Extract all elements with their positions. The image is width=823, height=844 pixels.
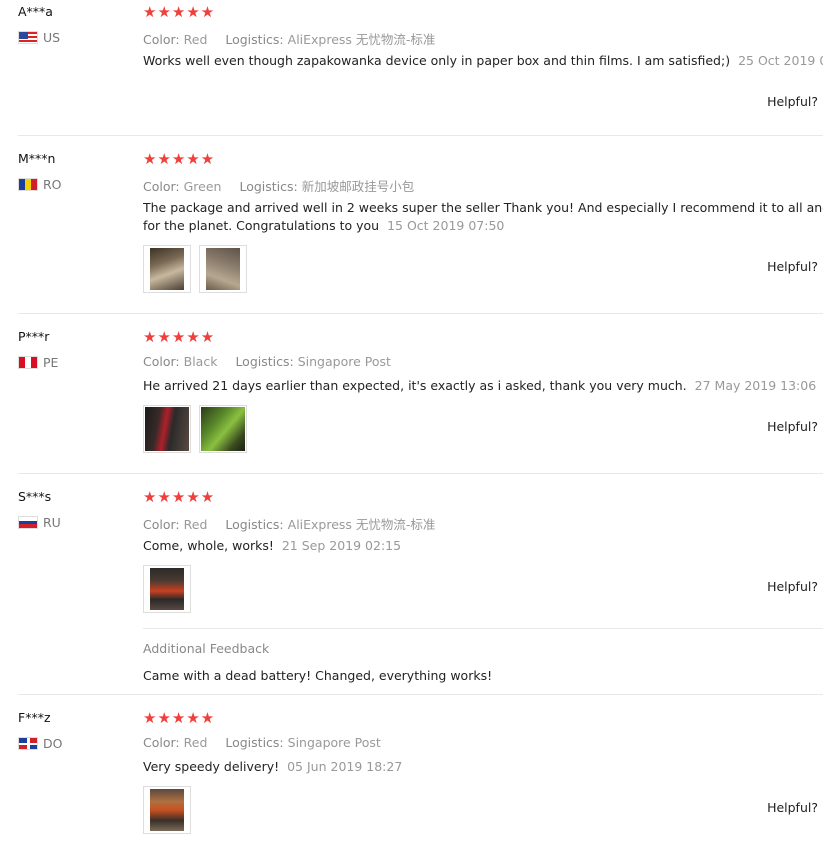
star-rating: ★★★★★ <box>143 488 216 506</box>
additional-feedback-title: Additional Feedback <box>143 641 270 656</box>
color-label: Color: <box>143 735 180 750</box>
review-date: 05 Jun 2019 18:27 <box>287 759 403 774</box>
review-body: Come, whole, works! <box>143 538 274 553</box>
review-body: Works well even though zapakowanka devic… <box>143 53 731 68</box>
order-info: Color: Red Logistics: AliExpress 无忧物流-标准 <box>143 29 449 48</box>
reviewer-country: RU <box>18 515 61 530</box>
review-date: 21 Sep 2019 02:15 <box>281 538 402 553</box>
review-body: for the planet. Congratulations to you <box>143 218 380 233</box>
reviewer-country: PE <box>18 355 58 370</box>
review-photo[interactable] <box>143 565 191 613</box>
do-flag-icon <box>18 737 38 750</box>
star-rating: ★★★★★ <box>143 328 216 346</box>
ro-flag-icon <box>18 178 38 191</box>
review-photo[interactable] <box>143 786 191 834</box>
review-date: 27 May 2019 13:06 <box>694 378 817 393</box>
review-text: Works well even though zapakowanka devic… <box>143 52 823 70</box>
order-info: Color: Red Logistics: AliExpress 无忧物流-标准 <box>143 514 449 533</box>
logistics-value: 新加坡邮政挂号小包 <box>301 179 415 194</box>
reviewer-name: P***r <box>18 329 50 344</box>
review-body-line: The package and arrived well in 2 weeks … <box>143 200 823 215</box>
country-code: US <box>43 30 61 45</box>
pe-flag-icon <box>18 356 38 369</box>
logistics-value: Singapore Post <box>287 735 381 750</box>
logistics-label: Logistics: <box>225 32 284 47</box>
helpful-button[interactable]: Helpful? <box>767 579 818 594</box>
photo-image <box>206 248 240 290</box>
us-flag-icon <box>18 31 38 44</box>
order-info: Color: Black Logistics: Singapore Post <box>143 354 405 369</box>
review-body-line-2: for the planet. Congratulations to you 1… <box>143 217 823 235</box>
feedback-divider <box>143 628 823 629</box>
logistics-label: Logistics: <box>225 735 284 750</box>
review-date: 25 Oct 2019 03:28 <box>738 53 823 68</box>
reviewer-country: DO <box>18 736 62 751</box>
review-text: The package and arrived well in 2 weeks … <box>143 199 823 235</box>
country-code: RU <box>43 515 61 530</box>
helpful-button[interactable]: Helpful? <box>767 800 818 815</box>
reviewer-name: M***n <box>18 151 56 166</box>
review-photo[interactable] <box>199 405 247 453</box>
helpful-button[interactable]: Helpful? <box>767 94 818 109</box>
color-value: Red <box>183 735 208 750</box>
star-rating: ★★★★★ <box>143 3 216 21</box>
logistics-label: Logistics: <box>239 179 298 194</box>
helpful-button[interactable]: Helpful? <box>767 259 818 274</box>
review-photo[interactable] <box>143 405 191 453</box>
logistics-value: AliExpress 无忧物流-标准 <box>287 32 436 47</box>
photo-image <box>150 789 184 831</box>
review-text: Very speedy delivery! 05 Jun 2019 18:27 <box>143 758 823 776</box>
review-text: Come, whole, works! 21 Sep 2019 02:15 <box>143 537 823 555</box>
logistics-value: AliExpress 无忧物流-标准 <box>287 517 436 532</box>
color-label: Color: <box>143 32 180 47</box>
logistics-label: Logistics: <box>235 354 294 369</box>
country-code: RO <box>43 177 62 192</box>
review-photo[interactable] <box>199 245 247 293</box>
ru-flag-icon <box>18 516 38 529</box>
color-label: Color: <box>143 179 180 194</box>
country-code: DO <box>43 736 63 751</box>
order-info: Color: Red Logistics: Singapore Post <box>143 735 395 750</box>
reviewer-country: US <box>18 30 60 45</box>
order-info: Color: Green Logistics: 新加坡邮政挂号小包 <box>143 176 428 195</box>
star-rating: ★★★★★ <box>143 150 216 168</box>
reviewer-name: S***s <box>18 489 52 504</box>
reviewer-name: F***z <box>18 710 51 725</box>
review-divider <box>18 313 823 314</box>
logistics-value: Singapore Post <box>297 354 391 369</box>
photo-image <box>145 407 189 451</box>
star-rating: ★★★★★ <box>143 709 216 727</box>
photo-image <box>201 407 245 451</box>
review-body: Very speedy delivery! <box>143 759 280 774</box>
logistics-label: Logistics: <box>225 517 284 532</box>
color-value: Red <box>183 32 208 47</box>
review-text: He arrived 21 days earlier than expected… <box>143 377 823 395</box>
review-date: 15 Oct 2019 07:50 <box>387 218 505 233</box>
reviewer-country: RO <box>18 177 62 192</box>
color-value: Green <box>183 179 222 194</box>
review-body: He arrived 21 days earlier than expected… <box>143 378 687 393</box>
helpful-button[interactable]: Helpful? <box>767 419 818 434</box>
country-code: PE <box>43 355 59 370</box>
photo-image <box>150 248 184 290</box>
color-value: Red <box>183 517 208 532</box>
photo-image <box>150 568 184 610</box>
color-label: Color: <box>143 517 180 532</box>
review-divider <box>18 135 823 136</box>
reviewer-name: A***a <box>18 4 53 19</box>
review-photo[interactable] <box>143 245 191 293</box>
review-divider <box>18 694 823 695</box>
color-label: Color: <box>143 354 180 369</box>
additional-feedback-text: Came with a dead battery! Changed, every… <box>143 668 493 683</box>
color-value: Black <box>183 354 218 369</box>
review-divider <box>18 473 823 474</box>
